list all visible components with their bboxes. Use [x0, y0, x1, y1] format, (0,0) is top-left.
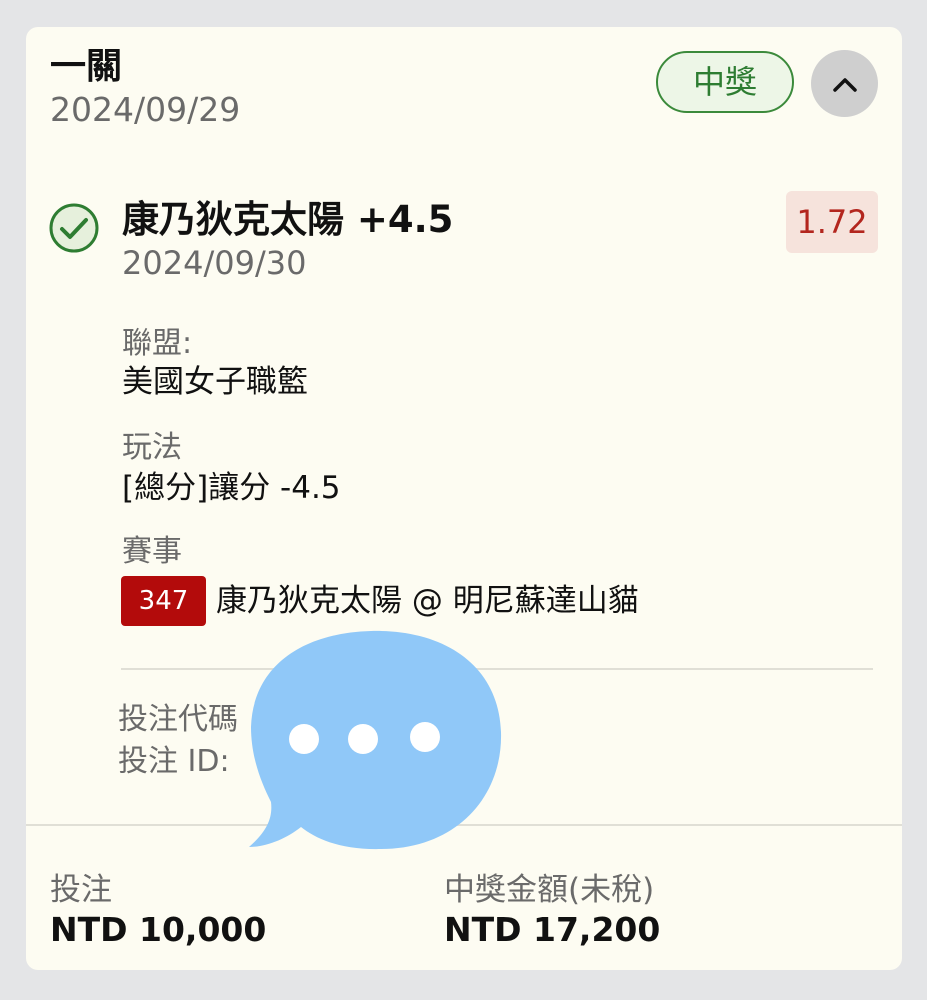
league-value: 美國女子職籃 — [122, 364, 308, 400]
stake-label: 投注 — [50, 872, 112, 908]
bet-date: 2024/09/29 — [50, 90, 241, 129]
collapse-button[interactable] — [811, 50, 878, 117]
bet-card: 一關 2024/09/29 中獎 康乃狄克太陽 +4.5 2024/09/30 … — [26, 27, 902, 970]
market-label: 玩法 — [122, 430, 182, 465]
payout-label: 中獎金額(未稅) — [444, 872, 655, 908]
check-circle-icon — [49, 203, 99, 253]
event-number-badge: 347 — [121, 576, 206, 626]
league-label: 聯盟: — [122, 326, 193, 361]
bet-type-title: 一關 — [50, 46, 123, 87]
selection-name: 康乃狄克太陽 +4.5 — [122, 198, 454, 241]
market-value: [總分]讓分 -4.5 — [122, 470, 341, 506]
stake-value: NTD 10,000 — [50, 910, 267, 949]
status-badge: 中獎 — [656, 51, 794, 113]
selection-date: 2024/09/30 — [122, 244, 307, 282]
bet-code-label: 投注代碼 — [118, 702, 238, 737]
event-value: 康乃狄克太陽 @ 明尼蘇達山貓 — [216, 583, 639, 619]
event-label: 賽事 — [122, 534, 182, 569]
chat-bubble-icon — [249, 630, 502, 850]
payout-value: NTD 17,200 — [444, 910, 661, 949]
chevron-up-icon — [832, 77, 857, 92]
odds-badge: 1.72 — [786, 191, 878, 253]
bet-id-label: 投注 ID: — [118, 744, 230, 779]
